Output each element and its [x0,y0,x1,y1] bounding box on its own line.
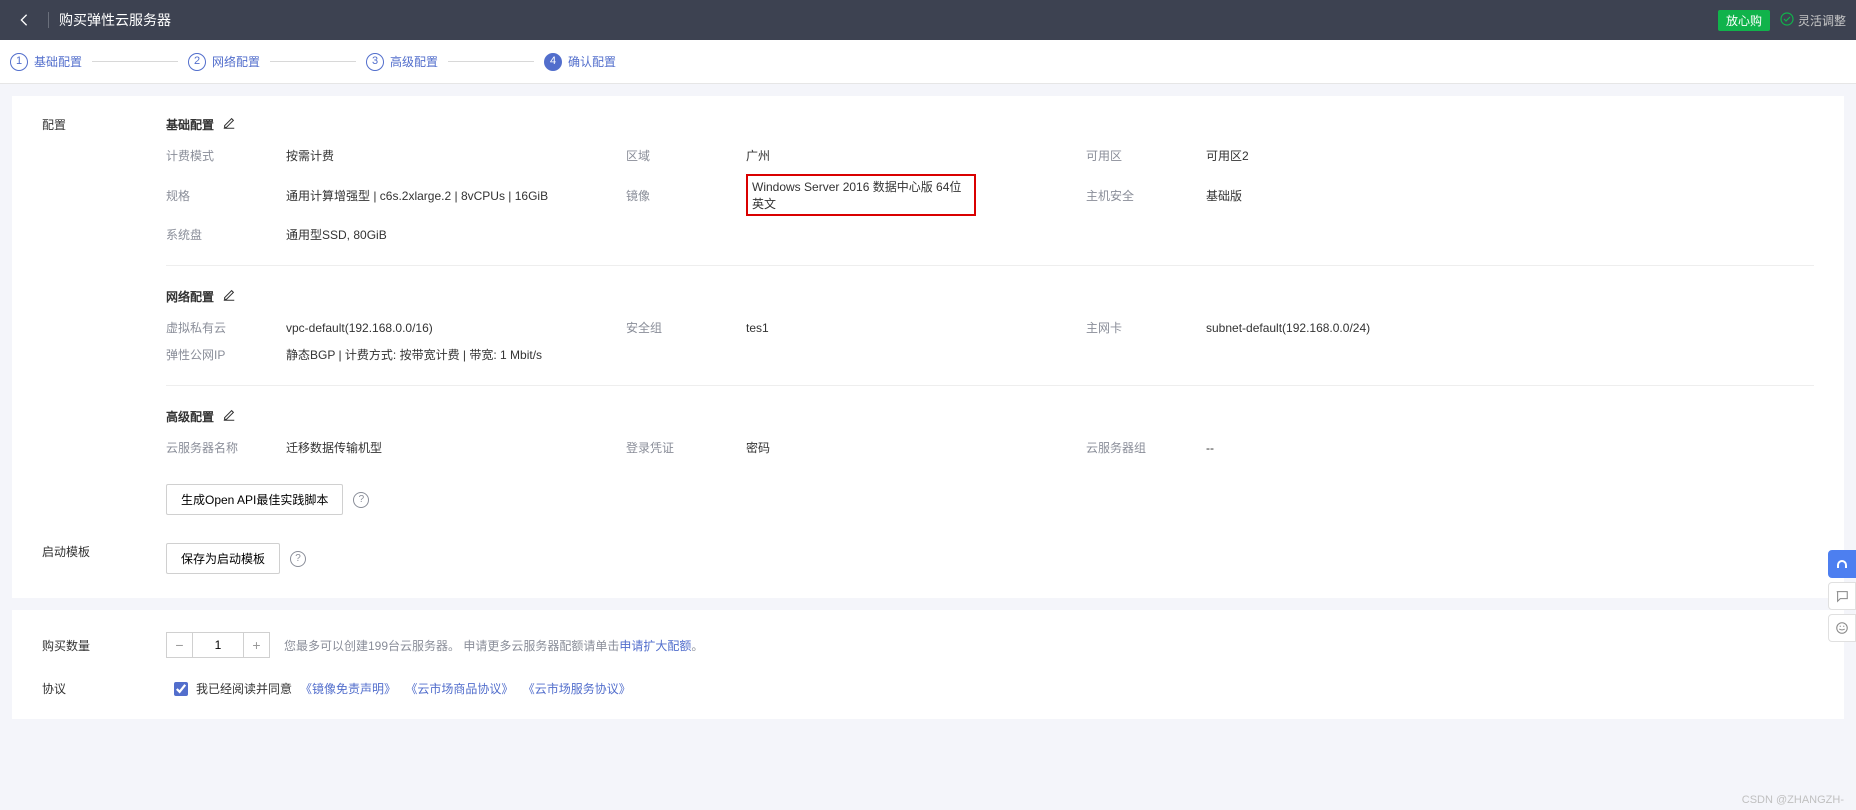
step-advanced[interactable]: 3 高级配置 [366,53,438,71]
top-header: 购买弹性云服务器 放心购 灵活调整 [0,0,1856,40]
agreement-link-market-goods[interactable]: 《云市场商品协议》 [405,682,513,696]
edit-advanced-button[interactable] [222,408,236,425]
step-confirm[interactable]: 4 确认配置 [544,53,616,71]
step-line [270,61,356,62]
nic-label: 主网卡 [1086,319,1206,336]
image-highlight: Windows Server 2016 数据中心版 64位英文 [746,174,976,216]
save-template-button[interactable]: 保存为启动模板 [166,543,280,574]
group-label: 云服务器组 [1086,439,1206,456]
pencil-icon [222,288,236,302]
help-api-icon[interactable]: ? [353,492,369,508]
vpc-label: 虚拟私有云 [166,319,286,336]
flex-adjust-label: 灵活调整 [1798,12,1846,29]
security-value: 基础版 [1206,187,1546,204]
qty-hint: 您最多可以创建199台云服务器。 申请更多云服务器配额请单击申请扩大配额。 [284,637,703,654]
divider-line [166,265,1814,266]
sg-value: tes1 [746,321,1086,335]
launch-template-label: 启动模板 [42,543,166,560]
region-value: 广州 [746,147,1086,164]
headset-icon [1834,556,1850,572]
cred-label: 登录凭证 [626,439,746,456]
basic-title: 基础配置 [166,116,214,133]
az-label: 可用区 [1086,147,1206,164]
agree-checkbox[interactable] [174,682,188,696]
cred-value: 密码 [746,439,1086,456]
step-bar: 1 基础配置 2 网络配置 3 高级配置 4 确认配置 [0,40,1856,84]
sysdisk-value: 通用型SSD, 80GiB [286,226,626,243]
billing-label: 计费模式 [166,147,286,164]
agree-prefix: 我已经阅读并同意 [196,680,292,697]
region-label: 区域 [626,147,746,164]
help-template-icon[interactable]: ? [290,551,306,567]
pencil-icon [222,116,236,130]
spec-value: 通用计算增强型 | c6s.2xlarge.2 | 8vCPUs | 16GiB [286,187,626,204]
purchase-panel: 购买数量 − + 您最多可以创建199台云服务器。 申请更多云服务器配额请单击申… [12,610,1844,719]
security-label: 主机安全 [1086,187,1206,204]
qty-input[interactable] [193,633,243,657]
smile-icon [1835,621,1849,635]
purchase-qty-label: 购买数量 [42,637,166,654]
safe-buy-badge[interactable]: 放心购 [1718,10,1770,31]
az-value: 可用区2 [1206,147,1546,164]
basic-title-row: 基础配置 [166,116,1814,133]
agreement-link-market-service[interactable]: 《云市场服务协议》 [523,682,631,696]
step-line [448,61,534,62]
server-name-label: 云服务器名称 [166,439,286,456]
check-circle-icon [1780,12,1794,29]
spec-label: 规格 [166,187,286,204]
edit-basic-button[interactable] [222,116,236,133]
image-value: Windows Server 2016 数据中心版 64位英文 [746,174,1086,216]
quantity-stepper: − + [166,632,270,658]
advanced-title-row: 高级配置 [166,408,1814,425]
chat-icon [1835,589,1849,603]
image-label: 镜像 [626,187,746,204]
step-label: 确认配置 [568,53,616,70]
qty-plus-button[interactable]: + [243,633,269,657]
apply-quota-link[interactable]: 申请扩大配额 [619,639,691,653]
agreement-label: 协议 [42,680,166,697]
nic-value: subnet-default(192.168.0.0/24) [1206,321,1546,335]
step-basic[interactable]: 1 基础配置 [10,53,82,71]
step-label: 基础配置 [34,53,82,70]
config-section-label: 配置 [42,116,166,133]
header-divider [48,12,49,28]
side-widgets [1828,550,1856,642]
server-name-value: 迁移数据传输机型 [286,439,626,456]
step-label: 高级配置 [390,53,438,70]
pencil-icon [222,408,236,422]
agreement-link-image-disclaimer[interactable]: 《镜像免责声明》 [300,682,396,696]
basic-grid: 计费模式 按需计费 区域 广州 可用区 可用区2 规格 通用计算增强型 | c6… [166,147,1814,243]
back-button[interactable] [10,6,38,34]
network-title: 网络配置 [166,288,214,305]
qty-minus-button[interactable]: − [167,633,193,657]
watermark: CSDN @ZHANGZH- [1742,794,1844,806]
sg-label: 安全组 [626,319,746,336]
vpc-value: vpc-default(192.168.0.0/16) [286,321,626,335]
group-value: -- [1206,441,1546,455]
billing-value: 按需计费 [286,147,626,164]
step-line [92,61,178,62]
edit-network-button[interactable] [222,288,236,305]
advanced-grid: 云服务器名称 迁移数据传输机型 登录凭证 密码 云服务器组 -- [166,439,1814,456]
feedback-widget[interactable] [1828,614,1856,642]
step-network[interactable]: 2 网络配置 [188,53,260,71]
network-grid: 虚拟私有云 vpc-default(192.168.0.0/16) 安全组 te… [166,319,1814,363]
flex-adjust-link[interactable]: 灵活调整 [1780,12,1846,29]
advanced-title: 高级配置 [166,408,214,425]
network-title-row: 网络配置 [166,288,1814,305]
eip-value: 静态BGP | 计费方式: 按带宽计费 | 带宽: 1 Mbit/s [286,346,626,363]
chevron-left-icon [19,13,29,27]
generate-api-button[interactable]: 生成Open API最佳实践脚本 [166,484,343,515]
sysdisk-label: 系统盘 [166,226,286,243]
page-title: 购买弹性云服务器 [59,10,171,30]
chat-widget[interactable] [1828,582,1856,610]
eip-label: 弹性公网IP [166,346,286,363]
config-panel: 配置 基础配置 计费模式 按需计费 区域 广州 可用区 可用区2 规格 通用计算… [12,96,1844,598]
step-label: 网络配置 [212,53,260,70]
divider-line [166,385,1814,386]
support-widget[interactable] [1828,550,1856,578]
